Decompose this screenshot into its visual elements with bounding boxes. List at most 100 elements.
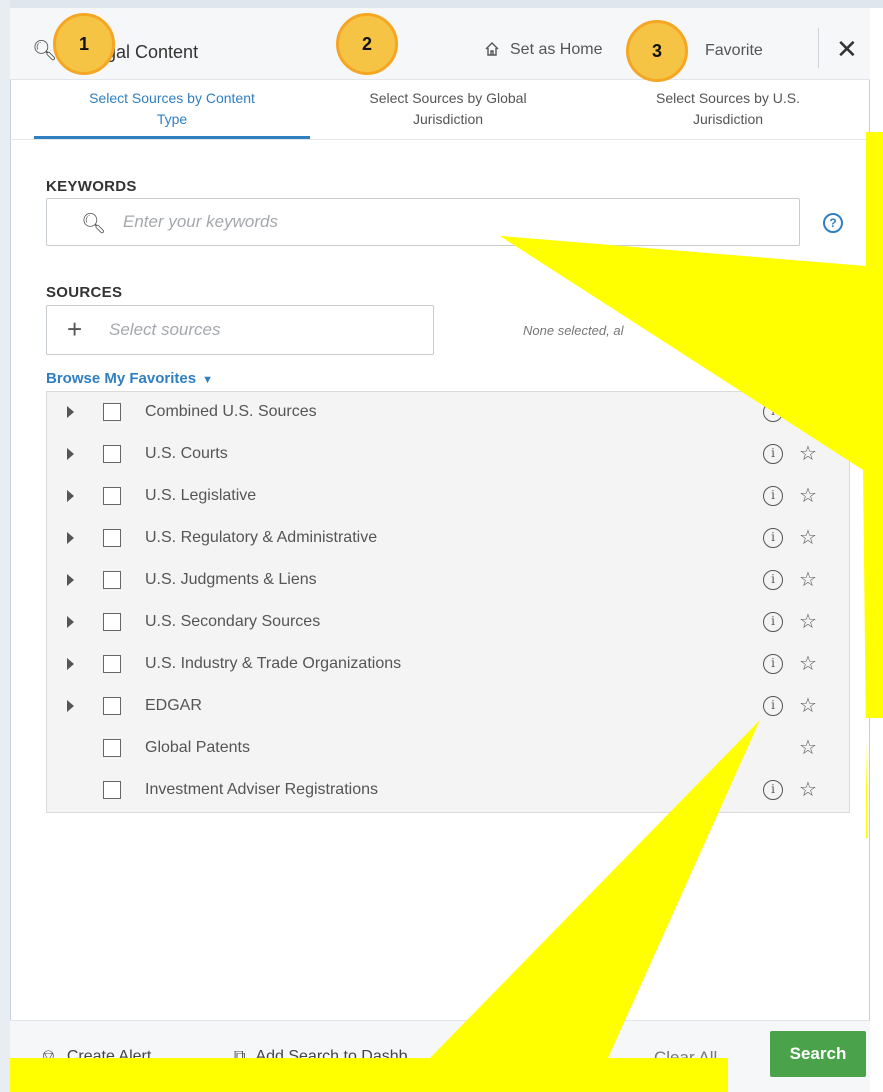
source-list: Combined U.S. Sources i ☆ U.S. Courts i … <box>46 391 850 813</box>
dialog-footer: ⎊ Create Alert ⧉ Add Search to Dashb Clear… <box>10 1020 870 1092</box>
annotation-badge: 2 <box>336 13 398 75</box>
source-name: U.S. Courts <box>145 445 228 462</box>
add-to-dashboard-label: Add Search to Dashb <box>255 1048 408 1065</box>
set-as-home-label: Set as Home <box>510 41 603 58</box>
checkbox[interactable] <box>103 487 121 505</box>
source-name: U.S. Regulatory & Administrative <box>145 529 378 546</box>
plus-icon: + <box>67 314 83 344</box>
caret-down-icon: ▼ <box>202 374 213 386</box>
source-name: Global Patents <box>145 739 250 756</box>
help-icon[interactable]: ? <box>823 213 843 233</box>
star-icon[interactable]: ☆ <box>799 777 817 802</box>
window-left-edge <box>0 0 10 1092</box>
browse-favorites-dropdown[interactable]: Browse My Favorites ▼ <box>46 370 213 387</box>
set-as-home-button[interactable]: Set as Home <box>484 41 602 59</box>
tab-label-line: Jurisdiction <box>412 111 484 127</box>
list-item: U.S. Regulatory & Administrative i ☆ <box>47 518 849 560</box>
info-icon[interactable]: i <box>763 780 783 800</box>
close-button[interactable]: ✕ <box>836 34 858 65</box>
list-item: Global Patents ☆ <box>47 728 849 770</box>
checkbox[interactable] <box>103 781 121 799</box>
dialog-header: 🔍︎ gal Content Set as Home Favorite ✕ <box>10 8 870 80</box>
star-icon[interactable]: ☆ <box>799 651 817 676</box>
tab-content-type[interactable]: Select Sources by Content Type <box>34 88 310 130</box>
checkbox[interactable] <box>103 697 121 715</box>
star-icon[interactable]: ☆ <box>799 567 817 592</box>
browse-favorites-label: Browse My Favorites <box>46 370 197 387</box>
expand-arrow-icon[interactable] <box>67 700 74 712</box>
list-item: U.S. Legislative i ☆ <box>47 476 849 518</box>
checkbox[interactable] <box>103 571 121 589</box>
dialog-title: gal Content <box>106 42 199 62</box>
expand-arrow-icon[interactable] <box>67 574 74 586</box>
list-item: U.S. Courts i ☆ <box>47 434 849 476</box>
create-alert-label: Create Alert <box>66 1048 152 1065</box>
info-icon[interactable]: i <box>763 486 783 506</box>
list-item: EDGAR i ☆ <box>47 686 849 728</box>
list-item: U.S. Secondary Sources i ☆ <box>47 602 849 644</box>
info-icon[interactable]: i <box>763 570 783 590</box>
search-button[interactable]: Search <box>770 1031 866 1077</box>
list-item: U.S. Industry & Trade Organizations i ☆ <box>47 644 849 686</box>
checkbox[interactable] <box>103 655 121 673</box>
clear-all-button[interactable]: Clear All <box>654 1048 717 1068</box>
tab-global-jurisdiction[interactable]: Select Sources by Global Jurisdiction <box>310 88 586 130</box>
checkbox[interactable] <box>103 739 121 757</box>
favorite-button[interactable]: Favorite <box>705 42 763 60</box>
info-icon[interactable]: i <box>763 444 783 464</box>
select-sources-field[interactable]: + Select sources <box>46 305 434 355</box>
expand-arrow-icon[interactable] <box>67 658 74 670</box>
checkbox[interactable] <box>103 403 121 421</box>
keywords-input[interactable] <box>121 209 721 235</box>
star-icon[interactable]: ☆ <box>799 399 817 424</box>
expand-arrow-icon[interactable] <box>67 616 74 628</box>
annotation-badge: 3 <box>626 20 688 82</box>
source-name: Combined U.S. Sources <box>145 403 317 420</box>
checkbox[interactable] <box>103 445 121 463</box>
add-to-dashboard-button[interactable]: ⧉ Add Search to Dashb <box>234 1048 408 1066</box>
info-icon[interactable]: i <box>763 402 783 422</box>
list-item: Investment Adviser Registrations i ☆ <box>47 770 849 812</box>
search-icon: 🔍︎ <box>81 213 107 235</box>
expand-arrow-icon[interactable] <box>67 406 74 418</box>
source-name: U.S. Judgments & Liens <box>145 571 317 588</box>
checkbox[interactable] <box>103 613 121 631</box>
source-name: U.S. Legislative <box>145 487 257 504</box>
star-icon[interactable]: ☆ <box>799 525 817 550</box>
source-name: U.S. Industry & Trade Organizations <box>145 655 402 672</box>
tab-label-line: Jurisdiction <box>692 111 764 127</box>
tab-label-line: Select Sources by Global <box>369 90 527 106</box>
source-name: Investment Adviser Registrations <box>145 781 378 798</box>
star-icon[interactable]: ☆ <box>799 441 817 466</box>
expand-arrow-icon[interactable] <box>67 448 74 460</box>
source-tabs: Select Sources by Content Type Select So… <box>10 80 870 140</box>
tab-us-jurisdiction[interactable]: Select Sources by U.S. Jurisdiction <box>590 88 866 130</box>
star-icon[interactable]: ☆ <box>799 735 817 760</box>
info-icon[interactable]: i <box>763 612 783 632</box>
tab-label-line: Select Sources by U.S. <box>656 90 800 106</box>
info-icon[interactable]: i <box>763 654 783 674</box>
sources-status: None selected, al <box>523 323 624 338</box>
alert-icon: ⎊ <box>42 1048 55 1065</box>
create-alert-button[interactable]: ⎊ Create Alert <box>42 1048 151 1066</box>
info-icon[interactable]: i <box>763 696 783 716</box>
source-name: U.S. Secondary Sources <box>145 613 321 630</box>
expand-arrow-icon[interactable] <box>67 532 74 544</box>
star-icon[interactable]: ☆ <box>799 693 817 718</box>
star-icon[interactable]: ☆ <box>799 609 817 634</box>
keywords-label: KEYWORDS <box>46 178 137 195</box>
tab-label-line: Select Sources by Content <box>89 90 255 106</box>
source-name: EDGAR <box>145 697 202 714</box>
checkbox[interactable] <box>103 529 121 547</box>
tab-label-line: Type <box>156 111 188 127</box>
dashboard-add-icon: ⧉ <box>234 1048 246 1065</box>
keywords-field[interactable]: 🔍︎ <box>46 198 800 246</box>
expand-arrow-icon[interactable] <box>67 490 74 502</box>
info-icon[interactable]: i <box>763 528 783 548</box>
active-tab-indicator <box>34 136 310 139</box>
home-icon <box>485 42 499 56</box>
list-item: Combined U.S. Sources i ☆ <box>47 392 849 434</box>
annotation-badge: 1 <box>53 13 115 75</box>
star-icon[interactable]: ☆ <box>799 483 817 508</box>
list-item: U.S. Judgments & Liens i ☆ <box>47 560 849 602</box>
